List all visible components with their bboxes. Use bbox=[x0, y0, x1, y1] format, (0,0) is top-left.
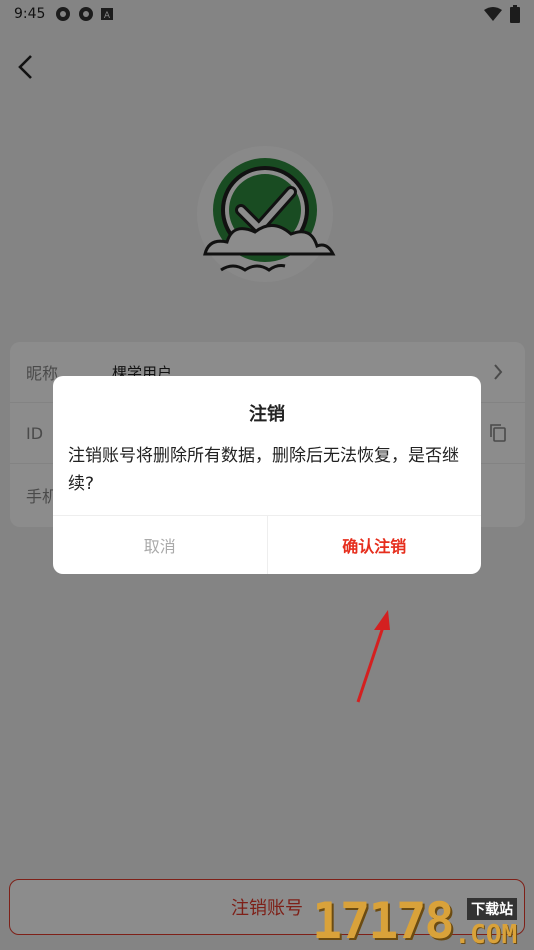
dialog-message: 注销账号将删除所有数据，删除后无法恢复，是否继续? bbox=[68, 446, 459, 494]
dialog-title: 注销 bbox=[249, 404, 285, 425]
watermark-digits: 17178 bbox=[312, 892, 455, 950]
dialog-button-bar: 取消 确认注销 bbox=[53, 515, 481, 574]
annotation-arrow-icon bbox=[356, 610, 390, 703]
site-watermark: 17178 下载站 .COM bbox=[312, 885, 534, 950]
watermark-top-text: 下载站 bbox=[467, 898, 518, 920]
dialog-confirm-button[interactable]: 确认注销 bbox=[268, 516, 482, 574]
dialog-cancel-button[interactable]: 取消 bbox=[53, 516, 268, 574]
watermark-right: 下载站 .COM bbox=[455, 898, 518, 950]
confirm-cancel-dialog: 注销 注销账号将删除所有数据，删除后无法恢复，是否继续? 取消 确认注销 bbox=[53, 376, 481, 574]
watermark-com-text: .COM bbox=[454, 920, 518, 950]
